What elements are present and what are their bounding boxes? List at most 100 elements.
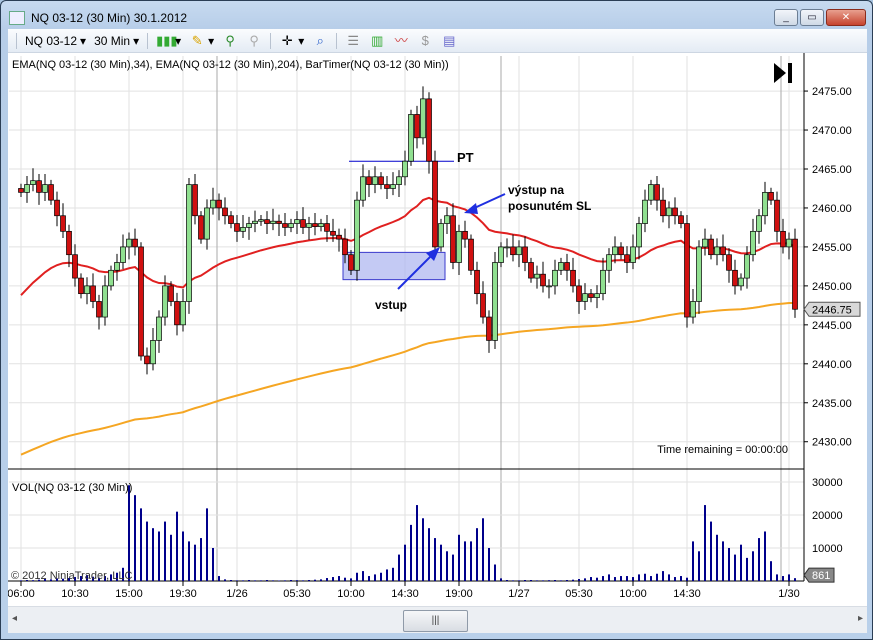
candle-body	[228, 215, 234, 224]
time-tick-label: 10:30	[61, 588, 89, 600]
price-tick-label: 2455.00	[812, 242, 852, 254]
candle-body	[276, 220, 282, 224]
candle-body	[648, 184, 654, 201]
price-chart[interactable]: 2475.00 2470.00 2465.00 2460.00 2455.00 2450.…	[8, 53, 867, 606]
candle-body	[576, 285, 582, 302]
candle-body	[150, 340, 156, 365]
chart-style-button[interactable]: ▮▮▮ ▾	[156, 33, 181, 49]
entry-annotation: vstup	[375, 298, 407, 312]
candle-body	[138, 246, 144, 357]
candle-body	[690, 301, 696, 318]
strategy-icon[interactable]: $	[417, 33, 433, 49]
candle-body	[696, 246, 702, 302]
close-button[interactable]: ✕	[826, 9, 866, 26]
zoom-out-icon[interactable]: ⚲	[246, 33, 262, 49]
candle-body	[708, 238, 714, 256]
candle-body	[204, 207, 210, 240]
candle-body	[126, 238, 132, 248]
candle-body	[168, 285, 174, 302]
play-to-end-icon[interactable]	[774, 63, 786, 83]
candle-body	[624, 254, 630, 263]
candle-body	[180, 301, 186, 326]
crosshair-button[interactable]: ✛ ▾	[279, 33, 304, 49]
candle-body	[144, 355, 150, 365]
candle-body	[666, 207, 672, 217]
chevron-down-icon: ▾	[133, 33, 140, 48]
candle-body	[288, 223, 294, 228]
magnifier-icon[interactable]: ⌕	[312, 33, 328, 49]
time-tick-label: 1/30	[778, 588, 799, 600]
time-tick-label: 05:30	[283, 588, 311, 600]
price-tick-label: 2450.00	[812, 281, 852, 293]
candle-body	[756, 215, 762, 232]
time-tick-label: 15:00	[115, 588, 143, 600]
candle-body	[522, 246, 528, 263]
candle-body	[216, 199, 222, 209]
candle-body	[684, 223, 690, 318]
price-tick-label: 2435.00	[812, 398, 852, 410]
chart-area[interactable]: 2475.00 2470.00 2465.00 2460.00 2455.00 2450.…	[8, 53, 867, 606]
volume-tick-label: 20000	[812, 510, 843, 522]
candle-body	[630, 246, 636, 263]
candle-body	[390, 184, 396, 189]
candle-body	[414, 114, 420, 139]
indicator-label: EMA(NQ 03-12 (30 Min),34), EMA(NQ 03-12 …	[12, 59, 449, 71]
candle-body	[252, 220, 258, 224]
time-tick-label: 19:00	[445, 588, 473, 600]
candle-body	[462, 230, 468, 240]
price-tick-label: 2440.00	[812, 359, 852, 371]
candle-body	[72, 254, 78, 279]
time-tick-label: 1/26	[226, 588, 247, 600]
crosshair-icon: ✛	[281, 32, 293, 48]
candle-body	[90, 285, 96, 302]
candle-body	[132, 238, 138, 248]
candle-body	[594, 293, 600, 298]
scroll-right-icon[interactable]: ▸	[858, 613, 863, 624]
arrow-head-icon	[464, 203, 478, 214]
indicators-icon[interactable]: 〰	[393, 33, 409, 49]
candle-body	[582, 293, 588, 302]
minimize-button[interactable]: _	[774, 9, 798, 26]
candle-body	[366, 176, 372, 185]
time-tick-label: 14:30	[391, 588, 419, 600]
candle-body	[96, 301, 102, 318]
data-box-icon[interactable]: ☰	[345, 33, 361, 49]
zoom-in-icon[interactable]: ⚲	[222, 33, 238, 49]
play-to-end-icon[interactable]	[788, 63, 792, 83]
candle-body	[732, 269, 738, 287]
candle-body	[396, 176, 402, 185]
candle-body	[540, 273, 546, 287]
candle-body	[66, 230, 72, 256]
scroll-left-icon[interactable]: ◂	[12, 613, 17, 624]
candle-body	[780, 230, 786, 248]
interval-selector[interactable]: 30 Min ▾	[94, 34, 139, 48]
candle-body	[78, 277, 84, 295]
candle-body	[726, 254, 732, 271]
chart-style-icon[interactable]: ▥	[369, 33, 385, 49]
candle-body	[468, 238, 474, 271]
drawing-tools-button[interactable]: ✎ ▾	[189, 33, 214, 49]
candle-body	[36, 180, 42, 193]
candle-body	[378, 176, 384, 185]
candle-body	[240, 227, 246, 232]
time-tick-label: 10:00	[337, 588, 365, 600]
candle-body	[654, 184, 660, 201]
instrument-selector[interactable]: NQ 03-12 ▾	[25, 34, 86, 48]
chevron-down-icon: ▾	[208, 33, 215, 48]
horizontal-scrollbar[interactable]: ◂ ||| ▸	[8, 606, 867, 633]
candle-body	[18, 188, 24, 193]
maximize-button[interactable]: ▭	[800, 9, 824, 26]
candle-body	[84, 285, 90, 295]
candle-body	[312, 223, 318, 228]
candle-body	[330, 230, 336, 236]
scrollbar-thumb[interactable]: |||	[403, 610, 468, 632]
candle-body	[510, 246, 516, 256]
candle-body	[450, 215, 456, 263]
candle-body	[744, 254, 750, 279]
time-tick-label: 19:30	[169, 588, 197, 600]
candle-body	[642, 199, 648, 224]
properties-icon[interactable]: ▤	[441, 33, 457, 49]
candle-body	[498, 246, 504, 263]
candle-body	[618, 246, 624, 256]
candle-body	[222, 207, 228, 217]
